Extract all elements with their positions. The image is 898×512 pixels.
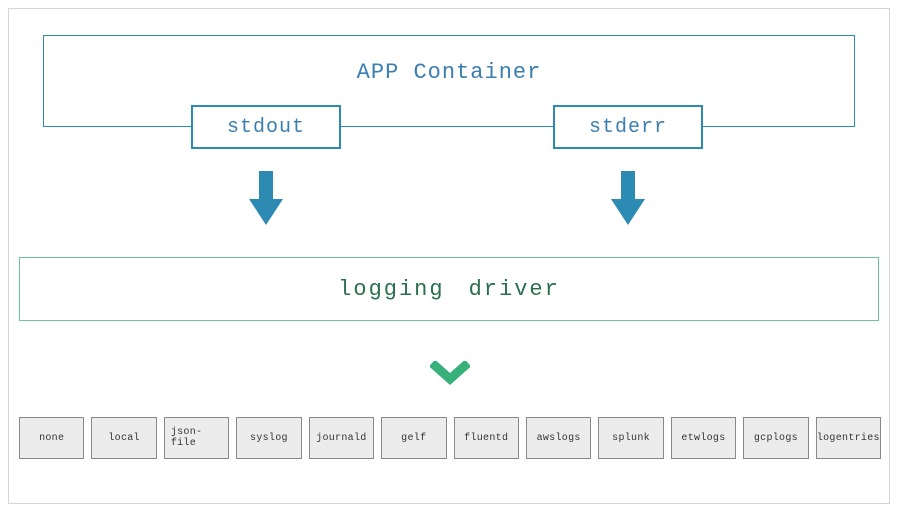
driver-item: fluentd: [454, 417, 519, 459]
arrow-down-icon: [613, 171, 643, 227]
logging-label-right: driver: [469, 277, 560, 302]
driver-label: json-file: [171, 427, 222, 449]
driver-item: gelf: [381, 417, 446, 459]
driver-label: local: [108, 433, 140, 444]
stdout-box: stdout: [191, 105, 341, 149]
driver-label: gelf: [401, 433, 426, 444]
driver-label: gcplogs: [754, 433, 798, 444]
diagram-frame: APP Container stdout stderr logging driv…: [8, 8, 890, 504]
app-container-box: APP Container: [43, 35, 855, 127]
logging-driver-box: logging driver: [19, 257, 879, 321]
logging-label-left: logging: [338, 277, 444, 302]
stdout-label: stdout: [227, 116, 305, 139]
driver-label: splunk: [612, 433, 650, 444]
arrow-down-icon: [251, 171, 281, 227]
driver-item: journald: [309, 417, 374, 459]
chevron-down-icon: [430, 361, 470, 391]
stderr-box: stderr: [553, 105, 703, 149]
app-container-label: APP Container: [357, 60, 542, 85]
driver-item: awslogs: [526, 417, 591, 459]
driver-item: logentries: [816, 417, 881, 459]
driver-label: none: [39, 433, 64, 444]
driver-label: journald: [316, 433, 366, 444]
driver-item: splunk: [598, 417, 663, 459]
driver-item: syslog: [236, 417, 301, 459]
drivers-row: none local json-file syslog journald gel…: [19, 417, 881, 459]
stderr-label: stderr: [589, 116, 667, 139]
driver-item: json-file: [164, 417, 229, 459]
driver-label: etwlogs: [681, 433, 725, 444]
driver-item: local: [91, 417, 156, 459]
driver-item: none: [19, 417, 84, 459]
driver-label: awslogs: [537, 433, 581, 444]
driver-label: logentries: [817, 433, 880, 444]
driver-item: etwlogs: [671, 417, 736, 459]
driver-label: syslog: [250, 433, 288, 444]
driver-item: gcplogs: [743, 417, 808, 459]
driver-label: fluentd: [464, 433, 508, 444]
